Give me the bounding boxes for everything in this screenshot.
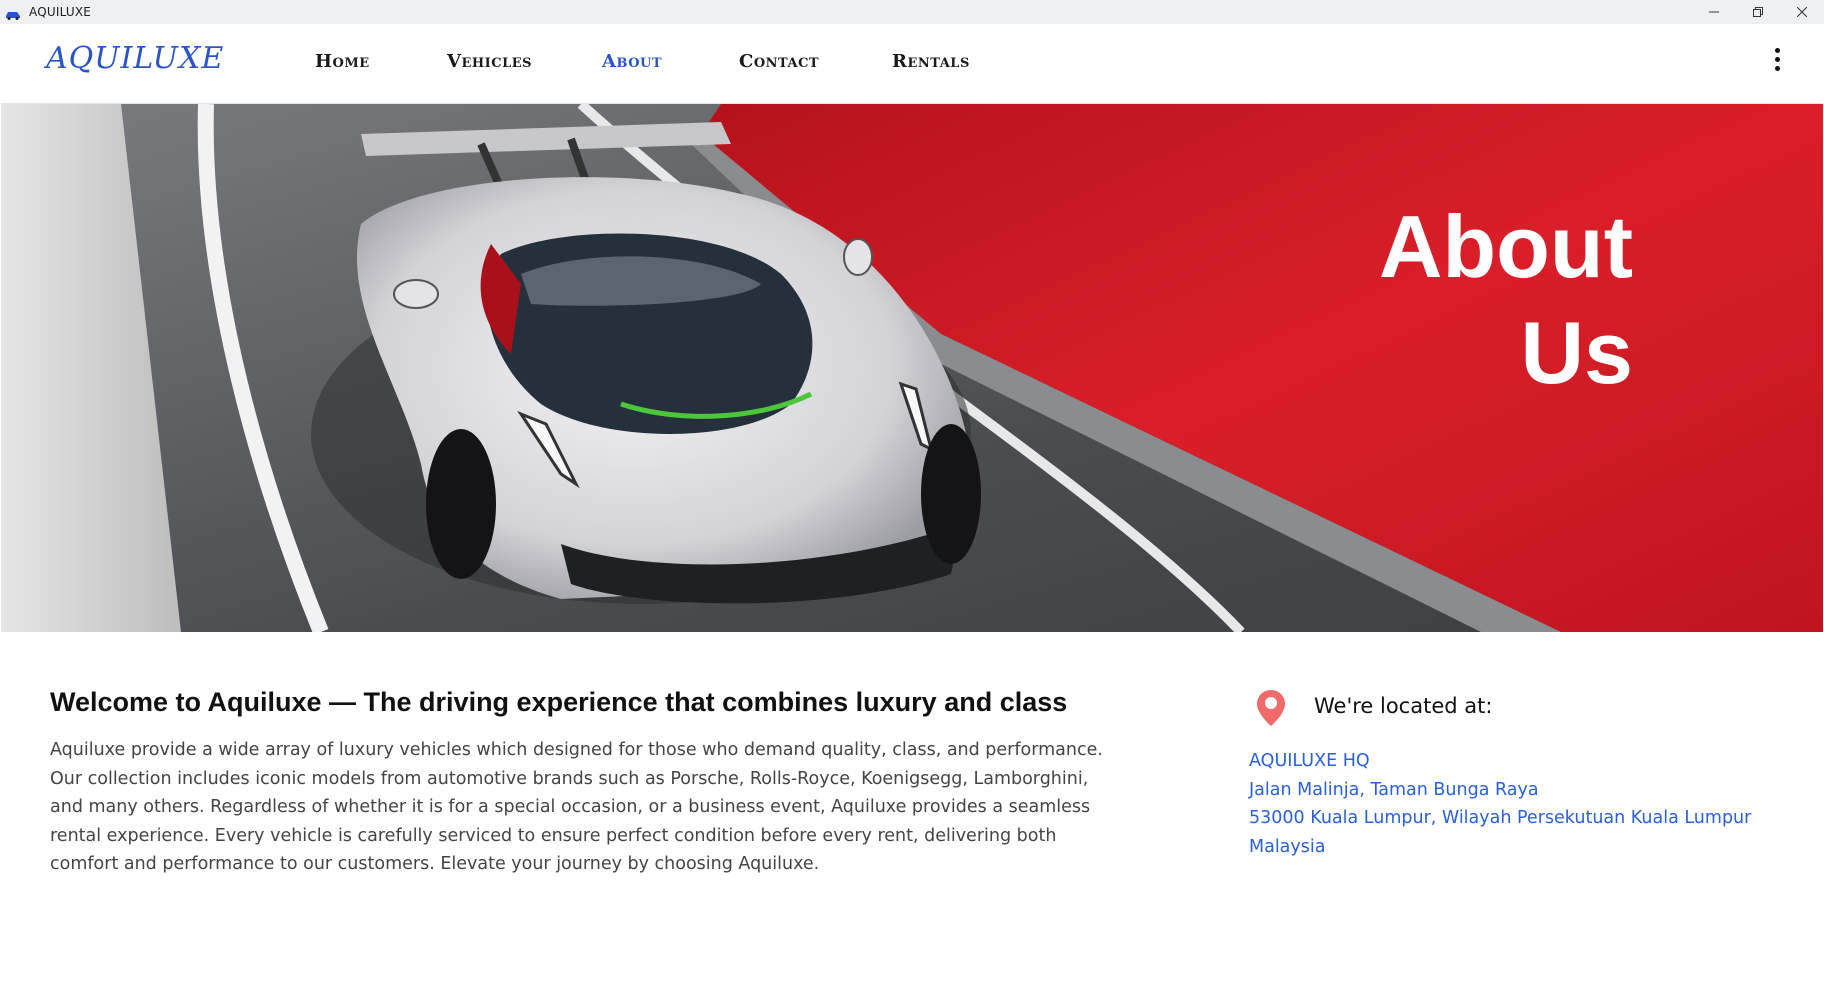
address-line[interactable]: Jalan Malinja, Taman Bunga Raya [1249,776,1751,805]
welcome-line: Aquiluxe provide a wide array of luxury … [50,740,1103,760]
address-line[interactable]: AQUILUXE HQ [1249,747,1751,776]
welcome-line: rental experience. Every vehicle is care… [50,825,1057,846]
hero-title-line1: About [1378,197,1633,296]
window-controls [1692,0,1824,24]
nav-home[interactable]: Home [315,51,370,72]
hero-banner: About Us [1,104,1823,632]
minimize-button[interactable] [1692,0,1736,24]
welcome-line: comfort and performance to our customers… [50,854,820,874]
close-icon [1797,7,1807,17]
location-heading: We're located at: [1314,694,1493,718]
close-button[interactable] [1780,0,1824,24]
car-app-icon [5,7,21,20]
brand-logo[interactable]: AQUILUXE [46,41,224,76]
restore-icon [1753,7,1763,17]
top-navbar: AQUILUXE Home Vehicles About Contact Ren… [1,24,1823,104]
minimize-icon [1709,11,1719,13]
restore-button[interactable] [1736,0,1780,24]
window-title: AQUILUXE [29,5,92,19]
nav-about[interactable]: About [602,51,662,72]
welcome-line: Our collection includes iconic models fr… [50,768,1089,789]
window-titlebar: AQUILUXE [0,0,1824,24]
address-line[interactable]: Malaysia [1249,833,1751,862]
hero-title-line2: Us [1520,303,1634,402]
welcome-heading: Welcome to Aquiluxe — The driving experi… [50,687,1068,717]
map-pin-icon [1254,688,1288,728]
hero-title: About Us [1379,194,1633,406]
kebab-menu-icon[interactable] [1771,48,1783,74]
nav-rentals[interactable]: Rentals [892,51,970,72]
nav-contact[interactable]: Contact [739,51,819,72]
address-block: AQUILUXE HQ Jalan Malinja, Taman Bunga R… [1249,747,1751,861]
welcome-paragraph: Aquiluxe provide a wide array of luxury … [50,736,1110,879]
nav-vehicles[interactable]: Vehicles [447,51,532,72]
welcome-line: and many others. Regardless of whether i… [50,797,1091,817]
address-line[interactable]: 53000 Kuala Lumpur, Wilayah Persekutuan … [1249,804,1751,833]
